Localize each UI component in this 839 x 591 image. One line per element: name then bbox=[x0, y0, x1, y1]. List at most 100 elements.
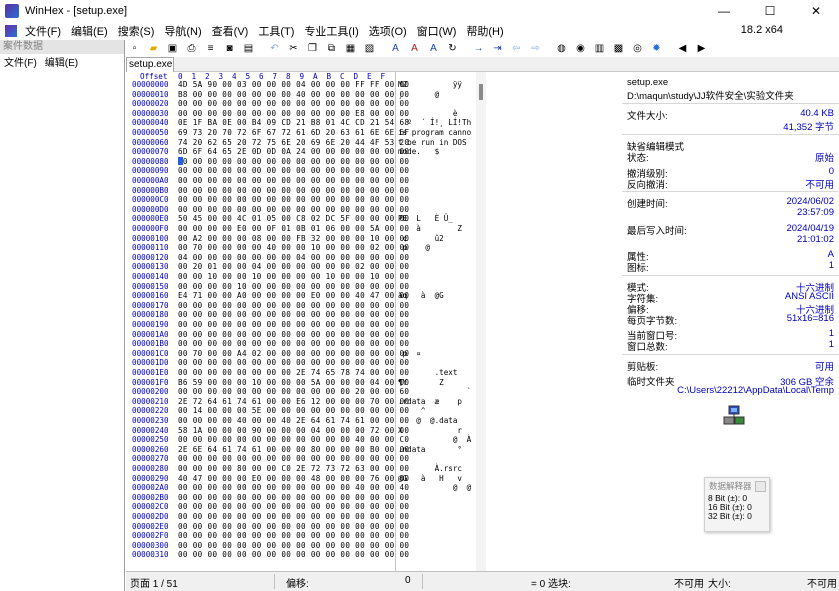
open-folder-icon[interactable]: ▰ bbox=[145, 42, 162, 56]
row-ascii[interactable]: t be run in DOS bbox=[398, 138, 471, 148]
print-icon[interactable]: ⎙ bbox=[183, 42, 200, 56]
row-ascii[interactable]: MZ ÿÿ bbox=[398, 80, 462, 90]
row-hex-bytes[interactable]: 69 73 20 70 72 6F 67 72 61 6D 20 63 61 6… bbox=[178, 128, 409, 138]
properties-icon[interactable]: ≡ bbox=[202, 42, 219, 56]
data-interpreter-window[interactable]: 数据解释器 8 Bit (±): 0 16 Bit (±): 0 32 Bit … bbox=[704, 477, 770, 532]
menu-tools[interactable]: 工具(T) bbox=[253, 23, 299, 39]
maximize-button[interactable]: ☐ bbox=[747, 0, 793, 22]
row-ascii[interactable]: @ @.data bbox=[398, 416, 457, 426]
row-hex-bytes[interactable]: 00 00 00 00 00 00 00 00 00 00 00 00 00 0… bbox=[178, 100, 409, 109]
hash-icon[interactable]: ▩ bbox=[610, 42, 627, 56]
paste-icon[interactable]: ▦ bbox=[342, 42, 359, 56]
row-ascii[interactable]: ` bbox=[398, 388, 472, 397]
copy-icon[interactable]: ❐ bbox=[304, 42, 321, 56]
open-disk-icon[interactable]: ◙ bbox=[221, 42, 238, 56]
row-ascii[interactable]: äq à @G bbox=[398, 292, 444, 301]
row-hex-bytes[interactable]: 00 00 00 00 00 00 00 00 00 00 00 00 00 0… bbox=[178, 157, 409, 167]
row-hex-bytes[interactable]: 00 00 00 00 00 00 00 00 00 00 00 00 00 0… bbox=[178, 186, 409, 196]
minimize-button[interactable]: — bbox=[701, 0, 747, 22]
row-hex-bytes[interactable]: 2E 6E 64 61 74 61 00 00 00 80 00 00 00 B… bbox=[178, 445, 409, 455]
replace-text-icon[interactable]: A bbox=[425, 42, 442, 56]
row-hex-bytes[interactable]: 00 70 00 00 A4 02 00 00 00 00 00 00 00 0… bbox=[178, 349, 409, 359]
row-hex-bytes[interactable]: 00 00 00 00 00 00 00 00 00 00 00 00 00 0… bbox=[178, 493, 409, 503]
row-hex-bytes[interactable]: B6 59 00 00 00 10 00 00 00 5A 00 00 00 0… bbox=[178, 378, 409, 388]
copy-block-icon[interactable]: ⧉ bbox=[323, 42, 340, 56]
row-hex-bytes[interactable]: B8 00 00 00 00 00 00 00 40 00 00 00 00 0… bbox=[178, 90, 409, 100]
row-hex-bytes[interactable]: 04 00 00 00 00 00 00 00 04 00 00 00 00 0… bbox=[178, 253, 409, 263]
menu-help[interactable]: 帮助(H) bbox=[461, 23, 508, 39]
undo-icon[interactable]: ↶ bbox=[266, 42, 283, 56]
scrollbar-thumb[interactable] bbox=[479, 84, 483, 100]
row-ascii[interactable]: à Z bbox=[398, 224, 462, 234]
cut-icon[interactable]: ✂ bbox=[285, 42, 302, 56]
back-icon[interactable]: ⇦ bbox=[508, 42, 525, 56]
row-hex-bytes[interactable]: 00 00 00 00 00 00 00 00 00 00 00 00 00 0… bbox=[178, 532, 409, 541]
menu-view[interactable]: 查看(V) bbox=[207, 23, 254, 39]
next-icon[interactable]: ▶ bbox=[693, 42, 710, 56]
find-hex-icon[interactable]: A bbox=[406, 42, 423, 56]
row-hex-bytes[interactable]: 00 00 00 00 00 00 00 00 00 00 00 00 00 0… bbox=[178, 541, 409, 551]
row-ascii[interactable]: p @ bbox=[398, 244, 430, 253]
row-hex-bytes[interactable]: 00 00 00 00 00 00 00 00 00 00 00 00 00 0… bbox=[178, 301, 409, 311]
row-hex-bytes[interactable]: 00 00 00 00 00 00 00 00 00 00 00 00 00 0… bbox=[178, 455, 409, 464]
row-hex-bytes[interactable]: 00 14 00 00 00 5E 00 00 00 00 00 00 00 0… bbox=[178, 407, 409, 416]
row-hex-bytes[interactable]: 74 20 62 65 20 72 75 6E 20 69 6E 20 44 4… bbox=[178, 138, 409, 148]
open-ram-icon[interactable]: ▤ bbox=[240, 42, 257, 56]
row-ascii[interactable]: PE L È Ü_ bbox=[398, 215, 453, 224]
case-menu-file[interactable]: 文件(F) bbox=[0, 54, 41, 69]
tab-setup-exe[interactable]: setup.exe bbox=[126, 57, 174, 72]
row-hex-bytes[interactable]: 00 00 00 00 80 00 00 C0 2E 72 73 72 63 0… bbox=[178, 464, 409, 474]
menu-specialist[interactable]: 专业工具(I) bbox=[299, 23, 363, 39]
menu-window[interactable]: 窗口(W) bbox=[412, 23, 462, 39]
menu-options[interactable]: 选项(O) bbox=[364, 23, 412, 39]
row-hex-bytes[interactable]: 2E 72 64 61 74 61 00 00 E6 12 00 00 00 7… bbox=[178, 397, 409, 407]
row-ascii[interactable]: .text bbox=[398, 368, 458, 378]
row-ascii[interactable]: è bbox=[398, 109, 458, 119]
row-ascii[interactable]: À.rsrc bbox=[398, 464, 462, 474]
row-ascii[interactable]: ¢ û2 bbox=[398, 234, 444, 244]
row-hex-bytes[interactable]: 00 00 00 00 00 00 00 00 00 00 00 00 00 0… bbox=[178, 512, 409, 522]
row-hex-bytes[interactable]: E4 71 00 00 A0 00 00 00 00 E0 00 00 40 4… bbox=[178, 292, 409, 301]
row-ascii[interactable]: .rdata æ p bbox=[398, 397, 462, 407]
row-hex-bytes[interactable]: 4D 5A 90 00 03 00 00 00 04 00 00 00 FF F… bbox=[178, 80, 409, 90]
forward-icon[interactable]: ⇨ bbox=[527, 42, 544, 56]
row-hex-bytes[interactable]: 50 45 00 00 4C 01 05 00 C8 02 DC 5F 00 0… bbox=[178, 215, 409, 224]
close-button[interactable]: ✕ bbox=[793, 0, 839, 22]
row-hex-bytes[interactable]: 00 00 00 00 40 00 00 40 2E 64 61 74 61 0… bbox=[178, 416, 409, 426]
row-hex-bytes[interactable]: 00 00 00 00 00 00 00 00 00 00 00 00 00 0… bbox=[178, 320, 409, 330]
row-hex-bytes[interactable]: 00 00 00 00 00 00 00 00 00 00 00 00 00 0… bbox=[178, 340, 409, 349]
row-hex-bytes[interactable]: 0E 1F BA 0E 00 B4 09 CD 21 B8 01 4C CD 2… bbox=[178, 119, 409, 128]
row-ascii[interactable]: ¶Y Z bbox=[398, 378, 444, 388]
goto-offset-icon[interactable]: → bbox=[470, 42, 487, 56]
row-hex-bytes[interactable]: 00 A2 00 00 00 08 00 00 FB 32 00 00 00 1… bbox=[178, 234, 409, 244]
row-hex-bytes[interactable]: 00 00 00 00 00 00 00 00 00 00 00 00 00 0… bbox=[178, 330, 409, 340]
close-popup-button[interactable] bbox=[755, 481, 766, 492]
row-ascii[interactable]: X r bbox=[398, 426, 462, 436]
row-hex-bytes[interactable]: 00 00 00 00 00 00 00 00 00 00 00 00 00 0… bbox=[178, 503, 409, 512]
row-hex-bytes[interactable]: 00 00 00 00 00 00 00 00 00 00 00 00 40 0… bbox=[178, 484, 409, 493]
disk-editor-icon[interactable]: ◍ bbox=[553, 42, 570, 56]
row-hex-bytes[interactable]: 00 00 00 00 00 00 00 00 00 00 00 00 00 0… bbox=[178, 205, 409, 215]
row-hex-bytes[interactable]: 00 00 00 00 E0 00 0F 01 0B 01 06 00 00 5… bbox=[178, 224, 409, 234]
paste-block-icon[interactable]: ▧ bbox=[361, 42, 378, 56]
row-hex-bytes[interactable]: 40 47 00 00 00 E0 00 00 00 48 00 00 00 7… bbox=[178, 474, 409, 484]
save-icon[interactable]: ▣ bbox=[164, 42, 181, 56]
row-hex-bytes[interactable]: 00 00 10 00 00 10 00 00 00 00 10 00 00 1… bbox=[178, 272, 409, 282]
prev-icon[interactable]: ◀ bbox=[674, 42, 691, 56]
new-file-icon[interactable]: ▫ bbox=[126, 42, 143, 56]
row-ascii[interactable]: mode. $ bbox=[398, 148, 439, 157]
row-ascii[interactable]: @G à H v bbox=[398, 474, 462, 484]
find-text-icon[interactable]: A bbox=[387, 42, 404, 56]
row-hex-bytes[interactable]: 00 00 00 00 00 00 00 00 00 00 00 00 40 0… bbox=[178, 436, 409, 445]
row-hex-bytes[interactable]: 00 00 00 00 00 00 00 00 00 00 00 00 00 0… bbox=[178, 359, 409, 368]
row-hex-bytes[interactable]: 00 00 00 00 10 00 00 00 00 00 00 00 00 0… bbox=[178, 282, 409, 292]
row-hex-bytes[interactable]: 00 00 00 00 00 00 00 00 00 00 00 00 E8 0… bbox=[178, 109, 409, 119]
row-ascii[interactable]: ^ bbox=[398, 407, 426, 416]
row-hex-bytes[interactable]: 00 00 00 00 00 00 00 00 00 00 00 00 00 0… bbox=[178, 522, 409, 532]
row-hex-bytes[interactable]: 00 00 00 00 00 00 00 00 00 00 00 00 00 0… bbox=[178, 196, 409, 205]
menu-edit[interactable]: 编辑(E) bbox=[66, 23, 113, 39]
calculator-icon[interactable]: ▥ bbox=[591, 42, 608, 56]
search-icon[interactable]: ◎ bbox=[629, 42, 646, 56]
row-ascii[interactable]: @ À bbox=[398, 436, 471, 445]
menu-navigation[interactable]: 导航(N) bbox=[159, 23, 206, 39]
